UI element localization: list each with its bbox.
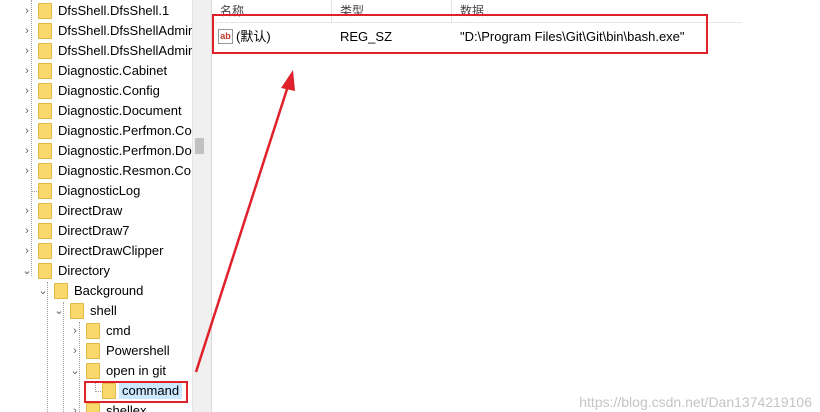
tree-item-label: cmd [106,323,131,338]
value-type: REG_SZ [340,29,393,44]
chevron-right-icon[interactable]: › [22,225,32,237]
chevron-right-icon[interactable]: › [22,25,32,37]
folder-icon [102,383,116,399]
chevron-down-icon[interactable]: ⌄ [22,265,32,277]
tree-item-diagnostic-config[interactable]: › Diagnostic.Config [0,81,192,101]
tree-item-diagnosticlog[interactable]: DiagnosticLog [0,181,192,201]
tree-item-diagnostic-perfmon-co[interactable]: › Diagnostic.Perfmon.Co [0,121,192,141]
tree-item-background[interactable]: ⌄ Background [0,281,192,301]
folder-icon [38,23,52,39]
tree-item-label: Diagnostic.Document [58,103,182,118]
folder-icon [86,323,100,339]
chevron-down-icon[interactable]: ⌄ [70,365,80,377]
value-row[interactable]: ab (默认) REG_SZ "D:\Program Files\Git\Git… [212,27,712,47]
scrollbar-thumb[interactable] [195,138,204,154]
chevron-down-icon[interactable]: ⌄ [38,285,48,297]
tree-item-label: shellex [106,403,147,412]
folder-icon [38,83,52,99]
tree-item-diagnostic-cabinet[interactable]: › Diagnostic.Cabinet [0,61,192,81]
watermark-text: https://blog.csdn.net/Dan1374219106 [579,394,812,410]
folder-icon [38,223,52,239]
tree-item-cmd[interactable]: › cmd [0,321,192,341]
folder-open-icon [70,303,84,319]
tree-item-powershell[interactable]: › Powershell [0,341,192,361]
tree-item-diagnostic-document[interactable]: › Diagnostic.Document [0,101,192,121]
tree-item-label: command [119,383,183,399]
value-data: "D:\Program Files\Git\Git\bin\bash.exe" [460,29,685,44]
registry-values-list[interactable]: 名称 类型 数据 ab (默认) REG_SZ "D:\Program File… [212,0,820,412]
tree-item-label: DirectDrawClipper [58,243,164,258]
folder-icon [38,103,52,119]
chevron-right-icon[interactable]: › [70,345,80,357]
string-value-icon: ab [218,29,233,44]
tree-scrollbar[interactable] [192,0,206,412]
chevron-right-icon[interactable]: › [22,45,32,57]
tree-item-label: Diagnostic.Perfmon.Co [58,123,192,138]
chevron-right-icon[interactable]: › [22,245,32,257]
tree-item-directdraw7[interactable]: › DirectDraw7 [0,221,192,241]
tree-item-diagnostic-perfmon-do[interactable]: › Diagnostic.Perfmon.Do [0,141,192,161]
tree-item-label: DirectDraw [58,203,123,218]
tree-item-label: Background [74,283,144,298]
chevron-right-icon[interactable]: › [22,165,32,177]
folder-open-icon [38,263,52,279]
folder-open-icon [86,363,100,379]
column-name-header[interactable]: 名称 [212,0,332,22]
tree-item-directdrawclipper[interactable]: › DirectDrawClipper [0,241,192,261]
tree-item-label: DirectDraw7 [58,223,130,238]
tree-item-label: DfsShell.DfsShell.1 [58,3,170,18]
tree-item-label: Diagnostic.Cabinet [58,63,168,78]
folder-icon [38,163,52,179]
folder-icon [38,3,52,19]
folder-icon [38,243,52,259]
tree-item-label: Directory [58,263,111,278]
column-type-header[interactable]: 类型 [332,0,452,22]
folder-icon [38,43,52,59]
chevron-right-icon[interactable]: › [22,205,32,217]
chevron-right-icon[interactable]: › [22,125,32,137]
tree-item-label: Diagnostic.Config [58,83,160,98]
chevron-right-icon[interactable]: › [22,145,32,157]
folder-icon [38,203,52,219]
tree-item-shellex[interactable]: › shellex [0,401,192,412]
tree-item-label: shell [90,303,117,318]
tree-item-label: DiagnosticLog [58,183,141,198]
tree-item-dfsshelladmin[interactable]: › DfsShell.DfsShellAdmin [0,21,192,41]
tree-item-directory[interactable]: ⌄ Directory [0,261,192,281]
chevron-right-icon[interactable]: › [22,85,32,97]
column-header: 名称 类型 数据 [212,0,742,23]
folder-icon [86,403,100,412]
tree-item-label: DfsShell.DfsShellAdmin [58,23,192,38]
folder-icon [38,123,52,139]
chevron-right-icon[interactable]: › [70,325,80,337]
chevron-right-icon[interactable]: › [22,5,32,17]
chevron-right-icon[interactable]: › [70,405,80,412]
registry-key-tree[interactable]: › DfsShell.DfsShell.1 › DfsShell.DfsShel… [0,0,192,412]
folder-icon [38,183,52,199]
tree-item-label: DfsShell.DfsShellAdmin [58,43,192,58]
tree-item-label: open in git [106,363,166,378]
value-name: (默认) [236,29,271,44]
tree-item-label: Diagnostic.Resmon.Co [58,163,191,178]
tree-item-directdraw[interactable]: › DirectDraw [0,201,192,221]
tree-item-open-in-git[interactable]: ⌄ open in git [0,361,192,381]
chevron-down-icon[interactable]: ⌄ [54,305,64,317]
chevron-right-icon[interactable]: › [22,65,32,77]
tree-item-shell[interactable]: ⌄ shell [0,301,192,321]
tree-item-dfsshell-1[interactable]: › DfsShell.DfsShell.1 [0,1,192,21]
tree-item-label: Diagnostic.Perfmon.Do [58,143,192,158]
column-data-header[interactable]: 数据 [452,0,742,22]
folder-icon [86,343,100,359]
tree-item-command[interactable]: command [0,381,192,401]
folder-open-icon [54,283,68,299]
tree-item-diagnostic-resmon[interactable]: › Diagnostic.Resmon.Co [0,161,192,181]
folder-icon [38,63,52,79]
folder-icon [38,143,52,159]
tree-item-dfsshelladmin-2[interactable]: › DfsShell.DfsShellAdmin [0,41,192,61]
tree-item-label: Powershell [106,343,170,358]
chevron-right-icon[interactable]: › [22,105,32,117]
